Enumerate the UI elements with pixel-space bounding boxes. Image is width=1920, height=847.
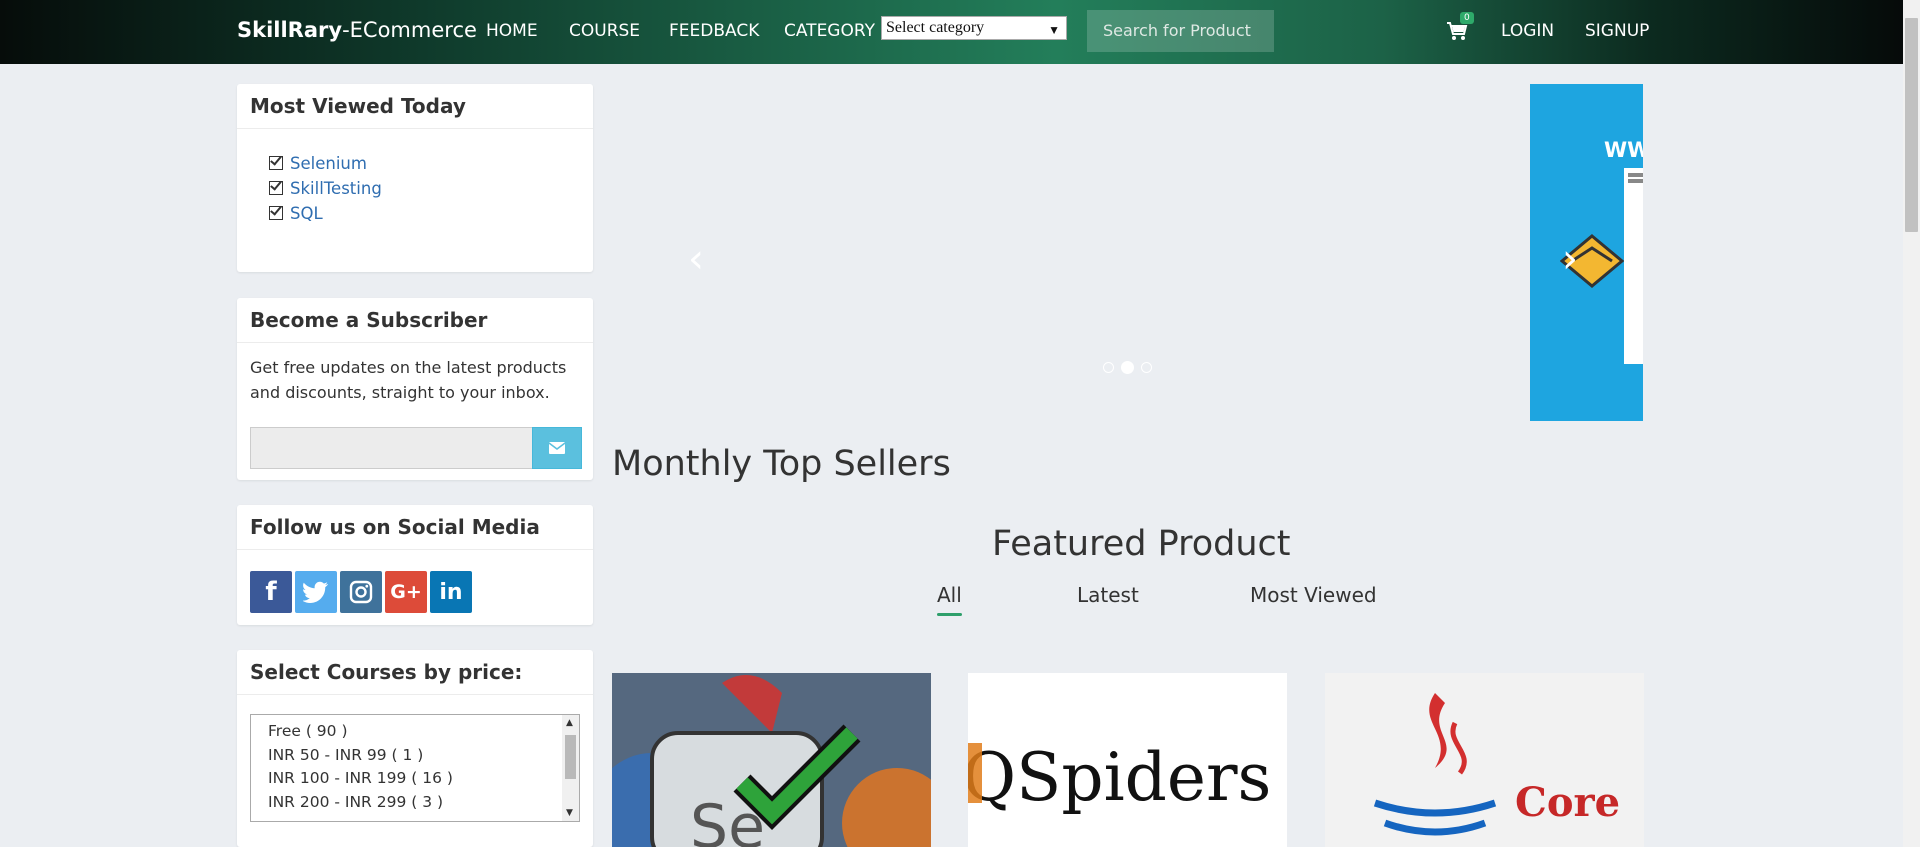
list-item[interactable]: SQL — [269, 201, 593, 226]
social-panel: Follow us on Social Media f G+ in — [237, 505, 593, 625]
nav-category[interactable]: CATEGORY — [784, 21, 875, 41]
cart-count-badge: 0 — [1460, 12, 1474, 24]
scroll-down-icon[interactable]: ▼ — [566, 808, 573, 818]
carousel-dot[interactable] — [1141, 362, 1152, 373]
most-viewed-link[interactable]: Selenium — [290, 154, 367, 173]
qspiders-logo-image: QSpiders — [968, 673, 1287, 847]
featured-product-title: Featured Product — [992, 524, 1291, 564]
top-navbar: SkillRary-ECommerce HOME COURSE FEEDBACK… — [0, 0, 1920, 64]
facebook-icon[interactable]: f — [250, 571, 292, 613]
brand-rest: -ECommerce — [342, 18, 477, 42]
most-viewed-title: Most Viewed Today — [237, 84, 593, 129]
carousel-next-icon[interactable]: › — [1562, 236, 1578, 282]
price-filter-panel: Select Courses by price: Free ( 90 ) INR… — [237, 650, 593, 847]
ad-toolbar-graphic — [1624, 168, 1643, 364]
brand-logo[interactable]: SkillRary-ECommerce — [237, 18, 477, 42]
checkbox-checked-icon — [269, 206, 283, 220]
most-viewed-link[interactable]: SkillTesting — [290, 179, 382, 198]
price-listbox[interactable]: Free ( 90 ) INR 50 - INR 99 ( 1 ) INR 10… — [250, 714, 580, 822]
listbox-scroll-thumb[interactable] — [565, 735, 576, 779]
selenium-logo-image: Se — [612, 673, 931, 847]
list-item[interactable]: Selenium — [269, 151, 593, 176]
tab-latest[interactable]: Latest — [1077, 583, 1139, 607]
subscriber-panel: Become a Subscriber Get free updates on … — [237, 298, 593, 480]
selenium-card[interactable]: Se — [612, 673, 931, 847]
chevron-down-icon: ▼ — [1048, 23, 1060, 37]
scroll-up-icon[interactable]: ▲ — [566, 718, 573, 728]
most-viewed-link[interactable]: SQL — [290, 204, 323, 223]
qspiders-card[interactable]: QSpiders — [968, 673, 1287, 847]
search-input[interactable]: Search for Product — [1087, 10, 1274, 52]
subscriber-description: Get free updates on the latest products … — [250, 358, 567, 402]
carousel-ad-slide[interactable]: WW — [1530, 84, 1643, 421]
carousel-prev-icon[interactable]: ‹ — [688, 236, 704, 282]
most-viewed-list: Selenium SkillTesting SQL — [269, 151, 593, 226]
price-option[interactable]: Free ( 90 ) — [251, 720, 579, 744]
checkbox-checked-icon — [269, 181, 283, 195]
carousel-dot-active[interactable] — [1121, 361, 1134, 374]
login-link[interactable]: LOGIN — [1501, 21, 1554, 41]
core-java-card[interactable]: Core — [1325, 673, 1644, 847]
price-filter-title: Select Courses by price: — [237, 650, 593, 695]
envelope-icon — [549, 442, 565, 454]
google-plus-icon[interactable]: G+ — [385, 571, 427, 613]
page-scrollbar[interactable] — [1903, 0, 1920, 847]
most-viewed-panel: Most Viewed Today Selenium SkillTesting … — [237, 84, 593, 272]
tab-most-viewed[interactable]: Most Viewed — [1250, 583, 1377, 607]
price-option[interactable]: INR 100 - INR 199 ( 16 ) — [251, 767, 579, 791]
subscriber-email-input[interactable] — [250, 427, 533, 469]
instagram-icon[interactable] — [340, 571, 382, 613]
price-option[interactable]: INR 200 - INR 299 ( 3 ) — [251, 791, 579, 815]
nav-feedback[interactable]: FEEDBACK — [669, 21, 759, 41]
nav-course[interactable]: COURSE — [569, 21, 640, 41]
listbox-scrollbar[interactable]: ▲ ▼ — [562, 715, 579, 821]
nav-home[interactable]: HOME — [486, 21, 538, 41]
category-select[interactable]: Select category ▼ — [881, 16, 1067, 40]
brand-bold: SkillRary — [237, 18, 343, 42]
core-java-card-label: Core — [1515, 779, 1620, 826]
price-option[interactable]: INR 50 - INR 99 ( 1 ) — [251, 744, 579, 768]
twitter-icon[interactable] — [295, 571, 337, 613]
list-item[interactable]: SkillTesting — [269, 176, 593, 201]
signup-link[interactable]: SIGNUP — [1585, 21, 1649, 41]
checkbox-checked-icon — [269, 156, 283, 170]
linkedin-icon[interactable]: in — [430, 571, 472, 613]
subscriber-title: Become a Subscriber — [237, 298, 593, 343]
carousel-dot[interactable] — [1103, 362, 1114, 373]
subscribe-button[interactable] — [532, 427, 582, 469]
ad-banner-text: WW — [1604, 138, 1643, 162]
qspiders-card-label: QSpiders — [968, 739, 1271, 816]
java-logo-image: Core — [1325, 673, 1644, 847]
tab-all[interactable]: All — [937, 583, 962, 616]
category-select-value: Select category — [886, 19, 985, 36]
social-title: Follow us on Social Media — [237, 505, 593, 550]
monthly-top-sellers-title: Monthly Top Sellers — [612, 444, 951, 484]
page-scroll-thumb[interactable] — [1905, 18, 1918, 232]
